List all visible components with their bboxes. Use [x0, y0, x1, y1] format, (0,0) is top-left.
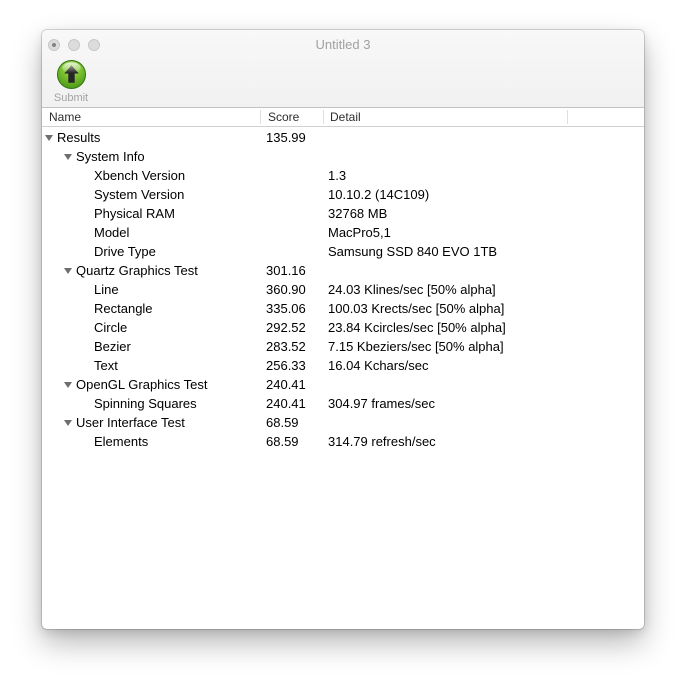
- row-name: Xbench Version: [94, 168, 186, 183]
- row-score: 68.59: [266, 415, 299, 430]
- table-row[interactable]: Rectangle 335.06 100.03 Krects/sec [50% al…: [42, 299, 644, 318]
- row-name: Text: [94, 358, 118, 373]
- window-chrome: Untitled 3 Submit: [42, 30, 644, 108]
- table-row[interactable]: Drive Type Samsung SSD 840 EVO 1TB: [42, 242, 644, 261]
- table-header: Name Score Detail: [42, 108, 644, 127]
- row-name: OpenGL Graphics Test: [76, 377, 208, 392]
- row-score: 68.59: [266, 434, 299, 449]
- disclosure-triangle-icon[interactable]: [64, 375, 76, 394]
- row-name: Results: [57, 130, 101, 145]
- table-row[interactable]: System Version 10.10.2 (14C109): [42, 185, 644, 204]
- row-score: 301.16: [266, 263, 306, 278]
- column-separator[interactable]: [260, 110, 261, 124]
- column-header-name[interactable]: Name: [49, 108, 81, 127]
- row-score: 335.06: [266, 301, 306, 316]
- row-name: Model: [94, 225, 130, 240]
- row-score: 360.90: [266, 282, 306, 297]
- table-body: Results 135.99 System Info Xbench Version 1.…: [42, 128, 644, 451]
- row-score: 283.52: [266, 339, 306, 354]
- column-separator[interactable]: [323, 110, 324, 124]
- row-name: Rectangle: [94, 301, 153, 316]
- row-detail: MacPro5,1: [328, 225, 391, 240]
- table-row[interactable]: Bezier 283.52 7.15 Kbeziers/sec [50% alpha…: [42, 337, 644, 356]
- row-name: Physical RAM: [94, 206, 175, 221]
- row-name: Bezier: [94, 339, 131, 354]
- green-orb-up-arrow-icon: [56, 59, 87, 90]
- row-detail: 16.04 Kchars/sec: [328, 358, 429, 373]
- table-row[interactable]: Xbench Version 1.3: [42, 166, 644, 185]
- disclosure-triangle-icon[interactable]: [64, 261, 76, 280]
- row-detail: 1.3: [328, 168, 347, 183]
- column-header-score[interactable]: Score: [268, 108, 299, 127]
- row-detail: 23.84 Kcircles/sec [50% alpha]: [328, 320, 506, 335]
- row-name: Drive Type: [94, 244, 156, 259]
- row-detail: 10.10.2 (14C109): [328, 187, 430, 202]
- row-detail: 7.15 Kbeziers/sec [50% alpha]: [328, 339, 504, 354]
- titlebar[interactable]: Untitled 3: [42, 30, 644, 58]
- table-row[interactable]: Elements 68.59 314.79 refresh/sec: [42, 432, 644, 451]
- row-name: Elements: [94, 434, 149, 449]
- table-row[interactable]: Spinning Squares 240.41 304.97 frames/sec: [42, 394, 644, 413]
- table-row[interactable]: Quartz Graphics Test 301.16: [42, 261, 644, 280]
- disclosure-triangle-icon[interactable]: [45, 128, 57, 147]
- row-name: Quartz Graphics Test: [76, 263, 198, 278]
- row-detail: Samsung SSD 840 EVO 1TB: [328, 244, 498, 259]
- table-row[interactable]: Results 135.99: [42, 128, 644, 147]
- table-row[interactable]: Model MacPro5,1: [42, 223, 644, 242]
- disclosure-triangle-icon[interactable]: [64, 413, 76, 432]
- column-header-detail[interactable]: Detail: [330, 108, 361, 127]
- table-row[interactable]: User Interface Test 68.59: [42, 413, 644, 432]
- row-score: 292.52: [266, 320, 306, 335]
- window-title: Untitled 3: [315, 37, 371, 52]
- table-row[interactable]: System Info: [42, 147, 644, 166]
- table-row[interactable]: Text 256.33 16.04 Kchars/sec: [42, 356, 644, 375]
- row-detail: 304.97 frames/sec: [328, 396, 435, 411]
- submit-button-label: Submit: [53, 92, 89, 104]
- disclosure-triangle-icon[interactable]: [64, 147, 76, 166]
- row-name: Circle: [94, 320, 128, 335]
- table-row[interactable]: Circle 292.52 23.84 Kcircles/sec [50% alph…: [42, 318, 644, 337]
- table-row[interactable]: Physical RAM 32768 MB: [42, 204, 644, 223]
- row-name: Line: [94, 282, 119, 297]
- column-separator[interactable]: [567, 110, 568, 124]
- table-row[interactable]: OpenGL Graphics Test 240.41: [42, 375, 644, 394]
- row-name: User Interface Test: [76, 415, 185, 430]
- row-name: System Info: [76, 149, 145, 164]
- submit-button[interactable]: Submit: [50, 59, 92, 104]
- row-score: 240.41: [266, 396, 306, 411]
- row-detail: 32768 MB: [328, 206, 388, 221]
- row-detail: 24.03 Klines/sec [50% alpha]: [328, 282, 496, 297]
- row-detail: 100.03 Krects/sec [50% alpha]: [328, 301, 505, 316]
- row-score: 256.33: [266, 358, 306, 373]
- row-detail: 314.79 refresh/sec: [328, 434, 436, 449]
- table-row[interactable]: Line 360.90 24.03 Klines/sec [50% alpha]: [42, 280, 644, 299]
- row-score: 240.41: [266, 377, 306, 392]
- row-name: System Version: [94, 187, 185, 202]
- row-score: 135.99: [266, 130, 306, 145]
- row-name: Spinning Squares: [94, 396, 197, 411]
- xbench-window: Untitled 3 Submit Name Score Detail Resu…: [42, 30, 644, 629]
